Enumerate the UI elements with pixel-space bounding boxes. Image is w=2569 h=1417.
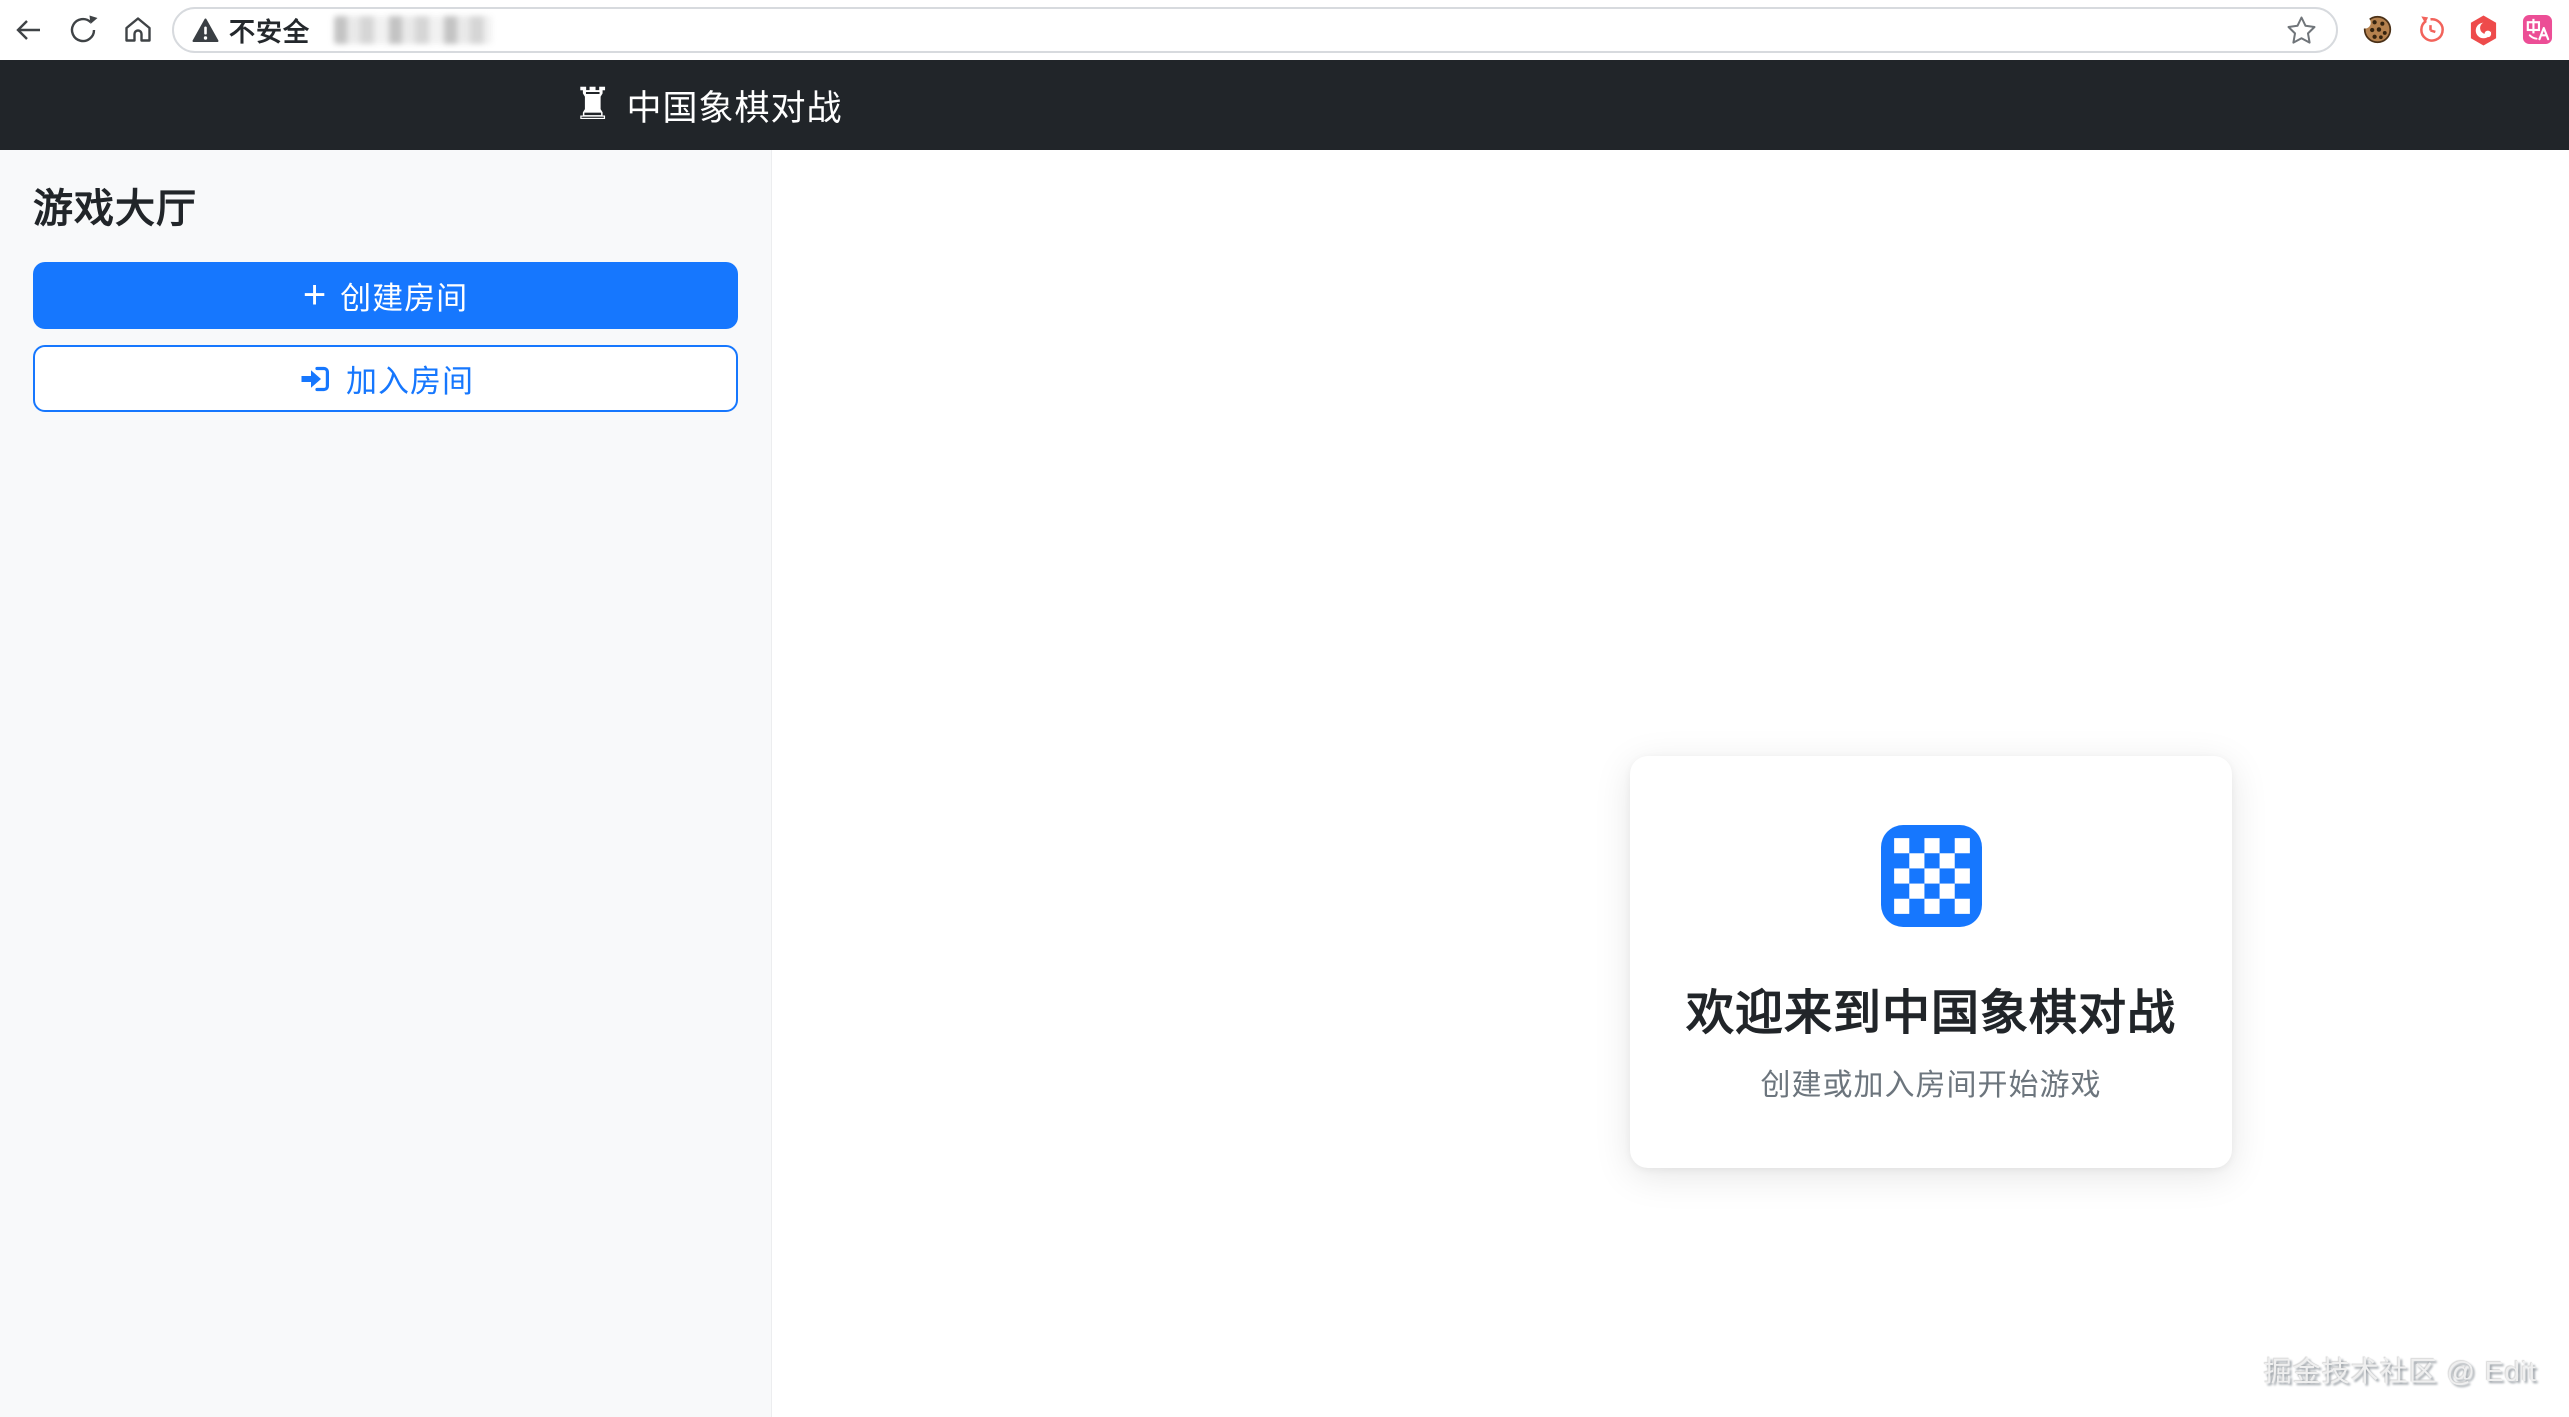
bookmark-star-icon[interactable]: [2285, 14, 2318, 47]
security-label[interactable]: 不安全: [229, 12, 310, 49]
cookie-extension-icon[interactable]: [2362, 14, 2393, 46]
chessboard-icon: [1881, 825, 1982, 927]
create-room-label: 创建房间: [340, 273, 468, 318]
blurred-url: [334, 16, 492, 44]
history-clock-extension-icon[interactable]: [2415, 14, 2446, 46]
welcome-subtitle: 创建或加入房间开始游戏: [1761, 1060, 2102, 1104]
join-room-label: 加入房间: [346, 356, 474, 401]
chess-rook-icon: ♜: [573, 83, 612, 127]
lobby-heading: 游戏大厅: [33, 176, 197, 234]
lobby-sidebar: 游戏大厅 + 创建房间 加入房间: [0, 150, 772, 1417]
app-title: 中国象棋对战: [626, 80, 842, 131]
main-content: 欢迎来到中国象棋对战 创建或加入房间开始游戏: [772, 150, 2569, 1417]
create-room-button[interactable]: + 创建房间: [33, 262, 738, 329]
home-icon[interactable]: [121, 13, 155, 47]
watermark: 掘金技术社区 @ Edit: [2264, 1350, 2537, 1390]
refresh-icon[interactable]: [66, 13, 100, 47]
join-room-button[interactable]: 加入房间: [33, 345, 738, 412]
app-brand: ♜ 中国象棋对战: [573, 80, 842, 131]
welcome-card: 欢迎来到中国象棋对战 创建或加入房间开始游戏: [1630, 756, 2232, 1168]
browser-toolbar: 不安全: [0, 0, 2569, 60]
app-header: ♜ 中国象棋对战: [0, 60, 2569, 150]
welcome-title: 欢迎来到中国象棋对战: [1686, 973, 2176, 1043]
translate-extension-icon[interactable]: [2522, 14, 2553, 46]
back-icon[interactable]: [11, 13, 45, 47]
red-hexagon-extension-icon[interactable]: [2468, 14, 2499, 46]
box-arrow-in-right-icon: [297, 361, 333, 397]
warning-triangle-icon[interactable]: [192, 18, 219, 43]
address-bar[interactable]: 不安全: [172, 7, 2338, 53]
